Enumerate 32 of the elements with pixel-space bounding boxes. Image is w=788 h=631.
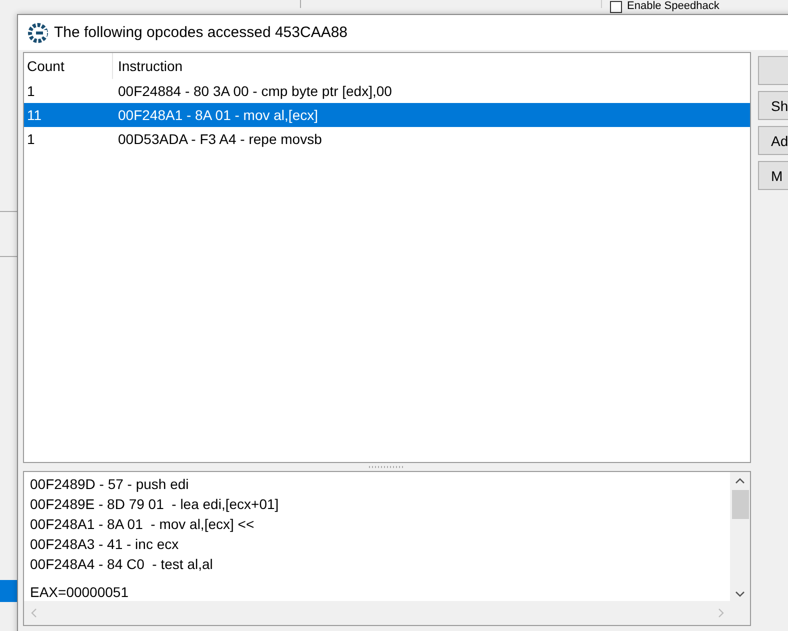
scroll-thumb[interactable] [732,490,748,519]
code-line: 00F248A4 - 84 C0 - test al,al [30,555,214,574]
code-line: 00F2489D - 57 - push edi [30,475,190,494]
checkbox-label: Enable Speedhack [627,0,720,13]
scroll-left-icon[interactable] [31,608,37,618]
code-line: 00F248A3 - 41 - inc ecx [30,535,180,554]
code-line: 00F2489E - 8D 79 01 - lea edi,[ecx+01] [30,495,280,514]
list-row[interactable]: 11 00F248A1 - 8A 01 - mov al,[ecx] [24,103,750,127]
column-header[interactable]: Count [24,53,112,79]
instruction-cell-text: 00D53ADA - F3 A4 - repe movsb [117,131,322,147]
count-cell-text: 1 [27,131,36,147]
scroll-right-icon[interactable] [718,608,724,618]
count-cell-text: 1 [27,83,36,99]
checkbox[interactable] [610,0,622,12]
instruction-cell-text: 00F24884 - 80 3A 00 - cmp byte ptr [edx],00 [117,83,392,99]
instruction-cell-text: 00F248A1 - 8A 01 - mov al,[ecx] [117,107,318,123]
column-header[interactable]: Instruction [112,53,183,79]
splitter-handle[interactable] [369,466,405,468]
window-title: The following opcodes accessed 453CAA88 [54,24,348,41]
count-cell-text: 11 [27,107,43,123]
side-button[interactable]: Ad [758,126,788,155]
vertical-scrollbar[interactable] [730,472,750,601]
app-icon [28,22,48,42]
side-button[interactable]: Sh [758,91,788,120]
list-row[interactable]: 1 00D53ADA - F3 A4 - repe movsb [24,127,750,151]
register-line: EAX=00000051 [30,583,130,598]
scroll-down-icon[interactable] [735,591,745,597]
list-row[interactable]: 1 00F24884 - 80 3A 00 - cmp byte ptr [edx],00 [24,79,750,103]
code-line: 00F248A1 - 8A 01 - mov al,[ecx] << [30,515,256,534]
side-button[interactable]: M [758,161,788,190]
selection-strip [0,580,17,602]
scroll-up-icon[interactable] [735,478,745,484]
